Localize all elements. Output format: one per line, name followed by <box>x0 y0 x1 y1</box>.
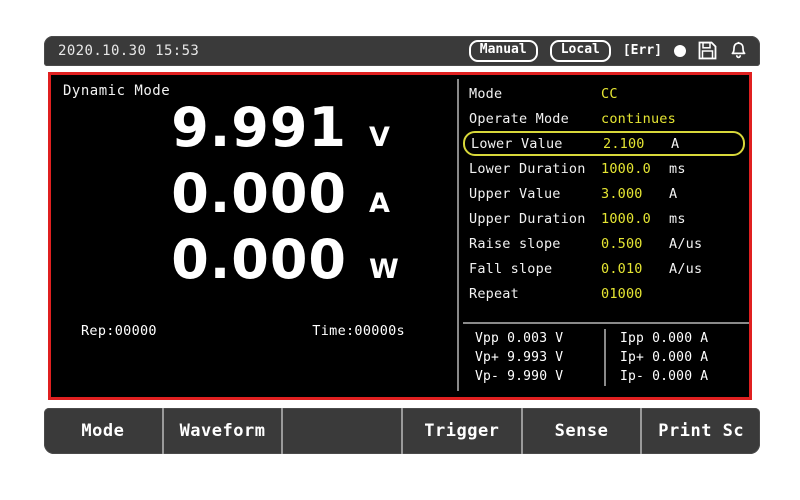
param-label: Mode <box>469 85 503 102</box>
param-value: 0.010 <box>601 260 643 277</box>
peak-vpp: Vpp 0.003 V <box>475 331 564 346</box>
control-mode-badge[interactable]: Manual <box>468 40 538 62</box>
param-unit: A/us <box>669 235 703 252</box>
fn-key-sense[interactable]: Sense <box>523 408 643 454</box>
voltage-unit: V <box>369 122 390 153</box>
param-label: Repeat <box>469 285 519 302</box>
param-value: 1000.0 <box>601 160 651 177</box>
power-unit: W <box>369 254 399 285</box>
fn-key-print-screen[interactable]: Print Sc <box>642 408 760 454</box>
run-counters: Rep:00000 Time:00000s <box>51 323 457 339</box>
param-label: Upper Duration <box>469 210 586 227</box>
power-value: 0.000 <box>171 228 347 291</box>
peak-current-column: Ipp 0.000 A Ip+ 0.000 A Ip- 0.000 A <box>604 329 749 386</box>
fn-key-empty[interactable] <box>283 408 404 454</box>
measurement-panel: Dynamic Mode 9.991 V 0.000 A 0.000 W Rep… <box>51 75 457 397</box>
param-value: 01000 <box>601 285 643 302</box>
lcd-screen: Dynamic Mode 9.991 V 0.000 A 0.000 W Rep… <box>48 72 752 400</box>
status-indicators: Manual Local [Err] <box>468 40 748 62</box>
param-unit: A/us <box>669 260 703 277</box>
readout-row-voltage: 9.991 V <box>51 101 457 167</box>
param-row-upper-value[interactable]: Upper Value 3.000 A <box>461 181 749 206</box>
elapsed-time-counter: Time:00000s <box>312 323 405 339</box>
param-label: Lower Value <box>471 135 563 152</box>
param-unit: ms <box>669 160 686 177</box>
readout-row-current: 0.000 A <box>51 167 457 233</box>
interface-mode-badge[interactable]: Local <box>549 40 611 62</box>
param-label: Fall slope <box>469 260 553 277</box>
peak-statistics: Vpp 0.003 V Vp+ 9.993 V Vp- 9.990 V Ipp … <box>461 329 749 386</box>
fn-key-mode[interactable]: Mode <box>44 408 164 454</box>
primary-readouts: 9.991 V 0.000 A 0.000 W <box>51 101 457 299</box>
param-unit: A <box>671 135 680 152</box>
param-unit: A <box>669 185 678 202</box>
repetition-counter: Rep:00000 <box>81 323 157 339</box>
param-unit: ms <box>669 210 686 227</box>
current-value: 0.000 <box>171 162 347 225</box>
param-label: Raise slope <box>469 235 561 252</box>
peak-ipp: Ipp 0.000 A <box>620 331 709 346</box>
panel-divider-vertical <box>457 79 459 391</box>
peak-ip-plus: Ip+ 0.000 A <box>620 350 709 365</box>
filled-circle-icon <box>674 44 686 57</box>
readout-row-power: 0.000 W <box>51 233 457 299</box>
param-value: CC <box>601 85 618 102</box>
param-row-upper-duration[interactable]: Upper Duration 1000.0 ms <box>461 206 749 231</box>
current-unit: A <box>369 188 390 219</box>
fn-key-waveform[interactable]: Waveform <box>164 408 284 454</box>
bell-icon <box>729 41 748 60</box>
status-bar: 2020.10.30 15:53 Manual Local [Err] <box>44 36 760 66</box>
param-value: 1000.0 <box>601 210 651 227</box>
param-value: 3.000 <box>601 185 643 202</box>
parameter-list: Mode CC Operate Mode continues Lower Val… <box>461 81 749 306</box>
peak-voltage-column: Vpp 0.003 V Vp+ 9.993 V Vp- 9.990 V <box>461 329 604 386</box>
instrument-front-panel: 2020.10.30 15:53 Manual Local [Err] Dyna… <box>0 0 800 500</box>
peak-vp-plus: Vp+ 9.993 V <box>475 350 564 365</box>
param-row-lower-value[interactable]: Lower Value 2.100 A <box>463 131 745 156</box>
param-label: Operate Mode <box>469 110 569 127</box>
param-label: Lower Duration <box>469 160 586 177</box>
param-row-lower-duration[interactable]: Lower Duration 1000.0 ms <box>461 156 749 181</box>
param-row-operate-mode[interactable]: Operate Mode continues <box>461 106 749 131</box>
mode-title-label: Dynamic Mode <box>63 83 171 99</box>
param-row-fall-slope[interactable]: Fall slope 0.010 A/us <box>461 256 749 281</box>
param-row-raise-slope[interactable]: Raise slope 0.500 A/us <box>461 231 749 256</box>
function-key-bar: Mode Waveform Trigger Sense Print Sc <box>44 408 760 454</box>
voltage-value: 9.991 <box>171 96 347 159</box>
peak-ip-minus: Ip- 0.000 A <box>620 369 709 384</box>
peak-vp-minus: Vp- 9.990 V <box>475 369 564 384</box>
param-value: 2.100 <box>603 135 645 152</box>
param-value: continues <box>601 110 676 127</box>
param-row-mode[interactable]: Mode CC <box>461 81 749 106</box>
floppy-disk-icon <box>698 41 717 60</box>
param-value: 0.500 <box>601 235 643 252</box>
parameter-panel: Mode CC Operate Mode continues Lower Val… <box>461 75 751 397</box>
datetime-display: 2020.10.30 15:53 <box>58 43 200 59</box>
fn-key-trigger[interactable]: Trigger <box>403 408 523 454</box>
panel-divider-horizontal <box>463 322 749 324</box>
param-row-repeat[interactable]: Repeat 01000 <box>461 281 749 306</box>
error-tag-label: [Err] <box>622 43 662 59</box>
param-label: Upper Value <box>469 185 561 202</box>
